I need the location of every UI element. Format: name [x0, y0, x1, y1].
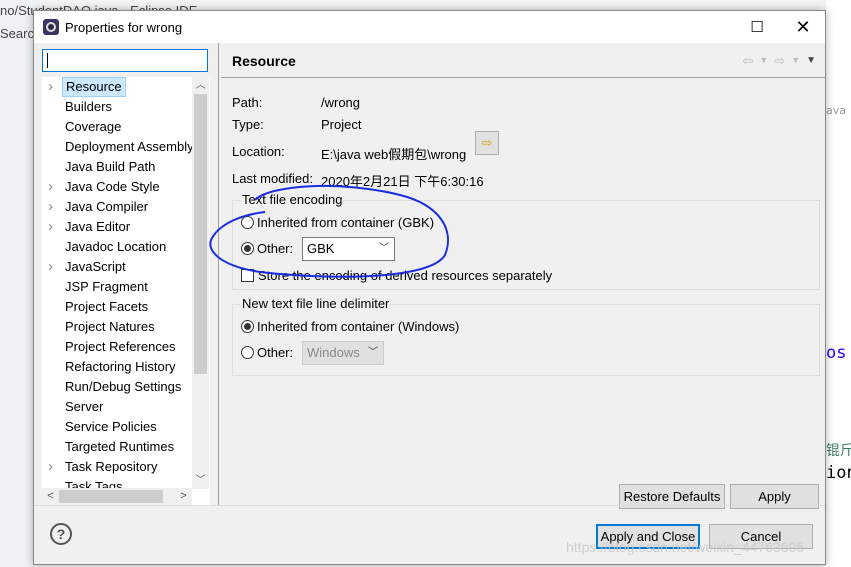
annotation-ellipse	[209, 184, 449, 278]
hand-drawn-annotation	[209, 184, 449, 278]
watermark: https://blog.csdn.net/weixin_44763595	[566, 539, 805, 555]
